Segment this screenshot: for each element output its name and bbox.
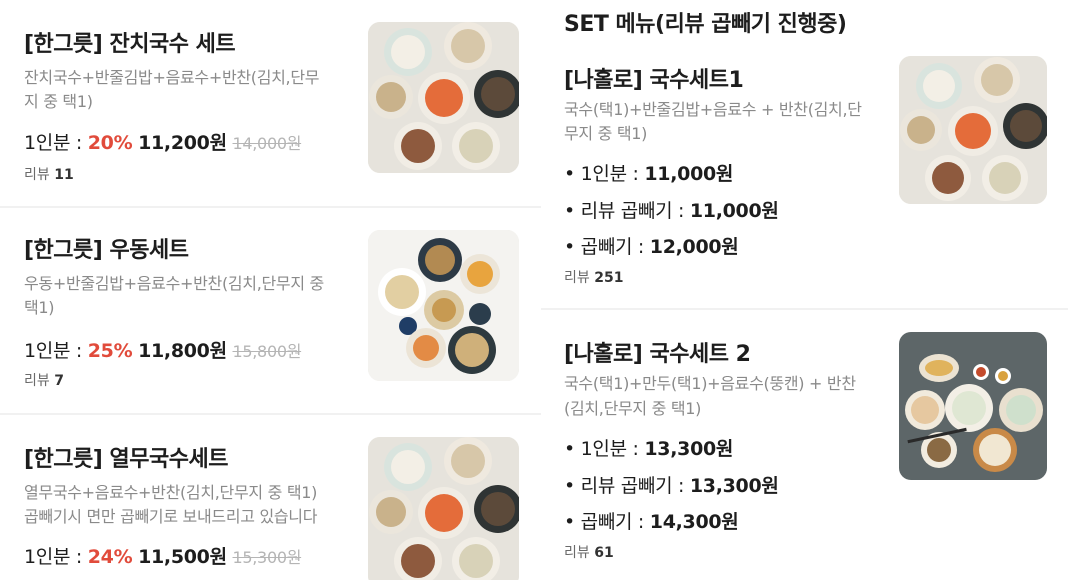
- menu-item-desc-line2: 택1): [24, 298, 55, 317]
- price-line: 1인분 : 24% 11,500원 15,300원: [24, 542, 301, 569]
- review-label: 리뷰: [24, 373, 50, 389]
- review-number: 61: [594, 545, 614, 561]
- sale-price: 11,800원: [138, 340, 227, 362]
- option-label: • 1인분 :: [564, 163, 645, 185]
- menu-item-desc-line2: 지 중 택1): [24, 92, 93, 111]
- menu-item-photo[interactable]: [899, 56, 1047, 204]
- menu-item-udon-set[interactable]: [한그릇] 우동세트 우동+반줄김밥+음료수+반찬(김치,단무지 중 택1) 1…: [0, 208, 541, 413]
- price-line: 1인분 : 20% 11,200원 14,000원: [24, 128, 301, 155]
- noodle-set-photo: [899, 56, 1047, 204]
- dumpling-set-photo: [899, 332, 1047, 480]
- review-count: 리뷰 251: [564, 267, 623, 287]
- option-price: 13,300원: [644, 438, 734, 460]
- review-number: 251: [594, 270, 624, 286]
- option-label: • 리뷰 곱빼기 :: [564, 200, 690, 222]
- original-price: 15,300원: [232, 548, 302, 567]
- menu-item-yeolmu-set[interactable]: [한그릇] 열무국수세트 열무국수+음료수+반찬(김치,단무지 중 택1) 곱빼…: [0, 415, 541, 580]
- price-label: 1인분 :: [24, 340, 88, 362]
- option-price: 11,000원: [689, 200, 779, 222]
- menu-item-desc-line2: (김치,단무지 중 택1): [564, 399, 702, 418]
- discount-rate: 25%: [87, 340, 133, 362]
- price-line: 1인분 : 25% 11,800원 15,800원: [24, 336, 301, 363]
- menu-item-title: [나홀로] 국수세트 2: [564, 342, 751, 367]
- right-menu-column: SET 메뉴(리뷰 곱빼기 진행중) [나홀로] 국수세트1 국수(택1)+반줄…: [541, 0, 1068, 580]
- menu-item-desc-line1: 잔치국수+반줄김밥+음료수+반찬(김치,단무: [24, 68, 320, 87]
- option-single: • 1인분 : 11,000원: [564, 159, 733, 186]
- section-title: SET 메뉴(리뷰 곱빼기 진행중): [564, 12, 847, 37]
- discount-rate: 24%: [87, 546, 133, 568]
- review-number: 11: [54, 167, 74, 183]
- price-label: 1인분 :: [24, 546, 88, 568]
- review-number: 7: [54, 373, 64, 389]
- original-price: 15,800원: [232, 342, 302, 361]
- menu-item-desc-line2: 곱빼기시 면만 곱빼기로 보내드리고 있습니다: [24, 507, 318, 526]
- udon-set-photo: [368, 230, 519, 381]
- menu-item-photo[interactable]: [368, 22, 519, 173]
- option-price: 12,000원: [649, 236, 739, 258]
- option-review-double: • 리뷰 곱빼기 : 13,300원: [564, 471, 779, 498]
- menu-item-title: [한그릇] 열무국수세트: [24, 447, 228, 472]
- sale-price: 11,500원: [138, 546, 227, 568]
- menu-item-noodle-set-2[interactable]: [나홀로] 국수세트 2 국수(택1)+만두(택1)+음료수(뚱캔) + 반찬 …: [541, 310, 1068, 580]
- menu-item-title: [한그릇] 잔치국수 세트: [24, 32, 236, 57]
- price-label: 1인분 :: [24, 132, 88, 154]
- option-label: • 리뷰 곱빼기 :: [564, 475, 690, 497]
- menu-item-desc-line1: 국수(택1)+만두(택1)+음료수(뚱캔) + 반찬: [564, 374, 856, 393]
- menu-item-photo[interactable]: [368, 230, 519, 381]
- option-price: 14,300원: [649, 511, 739, 533]
- left-menu-column: [한그릇] 잔치국수 세트 잔치국수+반줄김밥+음료수+반찬(김치,단무 지 중…: [0, 0, 541, 580]
- menu-item-janchi-set[interactable]: [한그릇] 잔치국수 세트 잔치국수+반줄김밥+음료수+반찬(김치,단무 지 중…: [0, 0, 541, 207]
- option-price: 13,300원: [689, 475, 779, 497]
- noodle-set-photo: [368, 437, 519, 580]
- option-double: • 곱빼기 : 14,300원: [564, 507, 739, 534]
- review-label: 리뷰: [564, 545, 590, 561]
- review-label: 리뷰: [564, 270, 590, 286]
- menu-item-desc-line2: 무지 중 택1): [564, 124, 648, 143]
- noodle-set-photo: [368, 22, 519, 173]
- review-label: 리뷰: [24, 167, 50, 183]
- option-double: • 곱빼기 : 12,000원: [564, 232, 739, 259]
- sale-price: 11,200원: [138, 132, 227, 154]
- option-single: • 1인분 : 13,300원: [564, 434, 733, 461]
- option-label: • 곱빼기 :: [564, 511, 650, 533]
- review-count: 리뷰 61: [564, 542, 614, 562]
- menu-item-title: [한그릇] 우동세트: [24, 238, 189, 263]
- menu-item-desc-line1: 우동+반줄김밥+음료수+반찬(김치,단무지 중: [24, 274, 324, 293]
- option-price: 11,000원: [644, 163, 734, 185]
- review-count: 리뷰 7: [24, 370, 64, 390]
- menu-item-desc-line1: 국수(택1)+반줄김밥+음료수 + 반찬(김치,단: [564, 100, 862, 119]
- menu-item-photo[interactable]: [368, 437, 519, 580]
- option-label: • 1인분 :: [564, 438, 645, 460]
- menu-item-desc-line1: 열무국수+음료수+반찬(김치,단무지 중 택1): [24, 483, 318, 502]
- menu-item-photo[interactable]: [899, 332, 1047, 480]
- option-label: • 곱빼기 :: [564, 236, 650, 258]
- menu-item-noodle-set-1[interactable]: [나홀로] 국수세트1 국수(택1)+반줄김밥+음료수 + 반찬(김치,단 무지…: [541, 40, 1068, 308]
- review-count: 리뷰 11: [24, 164, 74, 184]
- option-review-double: • 리뷰 곱빼기 : 11,000원: [564, 196, 779, 223]
- original-price: 14,000원: [232, 134, 302, 153]
- menu-item-title: [나홀로] 국수세트1: [564, 68, 744, 93]
- discount-rate: 20%: [87, 132, 133, 154]
